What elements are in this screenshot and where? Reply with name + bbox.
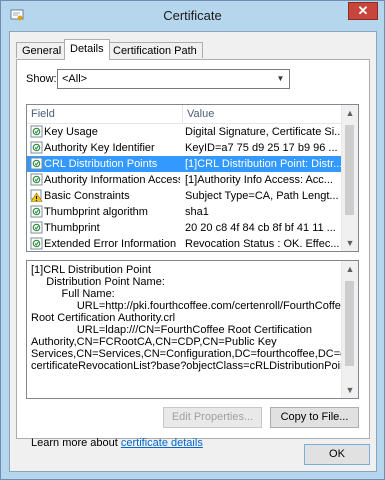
- detail-line: Services,CN=Services,CN=Configuration,DC…: [31, 348, 359, 360]
- field-name: Basic Constraints: [44, 190, 130, 202]
- field-name: Thumbprint algorithm: [44, 206, 148, 218]
- list-item[interactable]: CRL Distribution Points [1]CRL Distributi…: [27, 156, 343, 172]
- column-separator[interactable]: [182, 105, 183, 123]
- detail-line: Root Certification Authority.crl: [31, 312, 176, 324]
- field-value: [1]Authority Info Access: Acc...: [185, 174, 333, 186]
- tab-details[interactable]: Details: [64, 39, 110, 60]
- dialog-body: General Details Certification Path Show:…: [9, 31, 377, 472]
- certificate-details-link[interactable]: certificate details: [121, 437, 203, 449]
- certificate-field-icon: [30, 157, 43, 170]
- close-icon: ✕: [357, 3, 369, 18]
- close-button[interactable]: ✕: [348, 2, 378, 20]
- list-item[interactable]: Authority Information Access [1]Authority…: [27, 172, 343, 188]
- column-header-field[interactable]: Field: [31, 108, 55, 120]
- list-item[interactable]: Extended Error Information Revocation Sta…: [27, 236, 343, 251]
- fields-list[interactable]: Field Value Key Usage Digital Signature, …: [26, 104, 359, 252]
- title-bar[interactable]: Certificate ✕: [1, 1, 384, 31]
- certificate-field-icon: [30, 221, 43, 234]
- field-name: Authority Key Identifier: [44, 142, 155, 154]
- show-dropdown[interactable]: <All> ▼: [57, 69, 290, 89]
- list-item[interactable]: Thumbprint 20 20 c8 4f 84 cb 8f bf 41 11 …: [27, 220, 343, 236]
- certificate-field-icon: [30, 205, 43, 218]
- field-name: Authority Information Access: [44, 174, 180, 186]
- detail-line: Distribution Point Name:: [31, 276, 165, 288]
- field-name: Extended Error Information: [44, 238, 177, 250]
- scroll-down-arrow-icon[interactable]: ▼: [342, 235, 358, 251]
- field-value: Subject Type=CA, Path Lengt...: [185, 190, 339, 202]
- field-detail-text: [1]CRL Distribution Point Distribution P…: [31, 264, 359, 372]
- detail-line: [1]CRL Distribution Point: [31, 264, 152, 276]
- field-value: Digital Signature, Certificate Si...: [185, 126, 341, 138]
- scroll-up-arrow-icon[interactable]: ▲: [342, 261, 358, 277]
- list-item[interactable]: Authority Key Identifier KeyID=a7 75 d9 2…: [27, 140, 343, 156]
- scroll-down-arrow-icon[interactable]: ▼: [342, 382, 358, 398]
- list-header: Field Value: [27, 105, 343, 124]
- list-item[interactable]: Thumbprint algorithm sha1: [27, 204, 343, 220]
- field-value: [1]CRL Distribution Point: Distr...: [185, 158, 341, 170]
- field-value: Revocation Status : OK. Effec...: [185, 238, 340, 250]
- detail-scrollbar[interactable]: ▲ ▼: [341, 261, 358, 398]
- learn-more-text: Learn more about certificate details: [31, 437, 203, 449]
- list-item[interactable]: Basic Constraints Subject Type=CA, Path L…: [27, 188, 343, 204]
- edit-properties-button[interactable]: Edit Properties...: [163, 407, 262, 428]
- detail-line: Full Name:: [31, 288, 115, 300]
- field-detail-box[interactable]: [1]CRL Distribution Point Distribution P…: [26, 260, 359, 399]
- field-value: 20 20 c8 4f 84 cb 8f bf 41 11 ...: [185, 222, 336, 234]
- detail-line: Authority,CN=FCRootCA,CN=CDP,CN=Public K…: [31, 336, 277, 348]
- tab-certification-path[interactable]: Certification Path: [107, 42, 203, 58]
- detail-line: certificateRevocationList?base?objectCla…: [31, 360, 350, 372]
- detail-line: URL=http://pki.fourthcoffee.com/certenro…: [31, 300, 347, 312]
- copy-to-file-button[interactable]: Copy to File...: [270, 407, 359, 428]
- field-name: Thumbprint: [44, 222, 100, 234]
- window-title: Certificate: [163, 8, 222, 23]
- field-value: KeyID=a7 75 d9 25 17 b9 96 ...: [185, 142, 338, 154]
- details-panel: Show: <All> ▼ Field Value Key Usage Digit…: [16, 59, 370, 449]
- column-header-value[interactable]: Value: [187, 108, 214, 120]
- list-rows: Key Usage Digital Signature, Certificate …: [27, 124, 343, 251]
- certificate-field-icon: [30, 125, 43, 138]
- learn-more-prefix: Learn more about: [31, 437, 121, 449]
- field-value: sha1: [185, 206, 209, 218]
- scroll-thumb[interactable]: [345, 281, 354, 366]
- certificate-dialog: Certificate ✕ General Details Certificat…: [0, 0, 385, 480]
- tab-general[interactable]: General: [16, 42, 68, 58]
- certificate-field-icon: [30, 141, 43, 154]
- show-dropdown-value: <All>: [62, 73, 88, 85]
- warning-icon: [30, 189, 43, 202]
- list-scrollbar[interactable]: ▲ ▼: [341, 105, 358, 251]
- ok-button[interactable]: OK: [304, 444, 370, 465]
- detail-line: URL=ldap:///CN=FourthCoffee Root Certifi…: [31, 324, 313, 336]
- certificate-field-icon: [30, 237, 43, 250]
- field-name: CRL Distribution Points: [44, 158, 158, 170]
- scroll-thumb[interactable]: [345, 125, 354, 215]
- chevron-down-icon: ▼: [276, 74, 285, 83]
- show-label: Show:: [26, 73, 57, 85]
- field-name: Key Usage: [44, 126, 98, 138]
- certificate-field-icon: [30, 173, 43, 186]
- scroll-up-arrow-icon[interactable]: ▲: [342, 105, 358, 121]
- list-item[interactable]: Key Usage Digital Signature, Certificate …: [27, 124, 343, 140]
